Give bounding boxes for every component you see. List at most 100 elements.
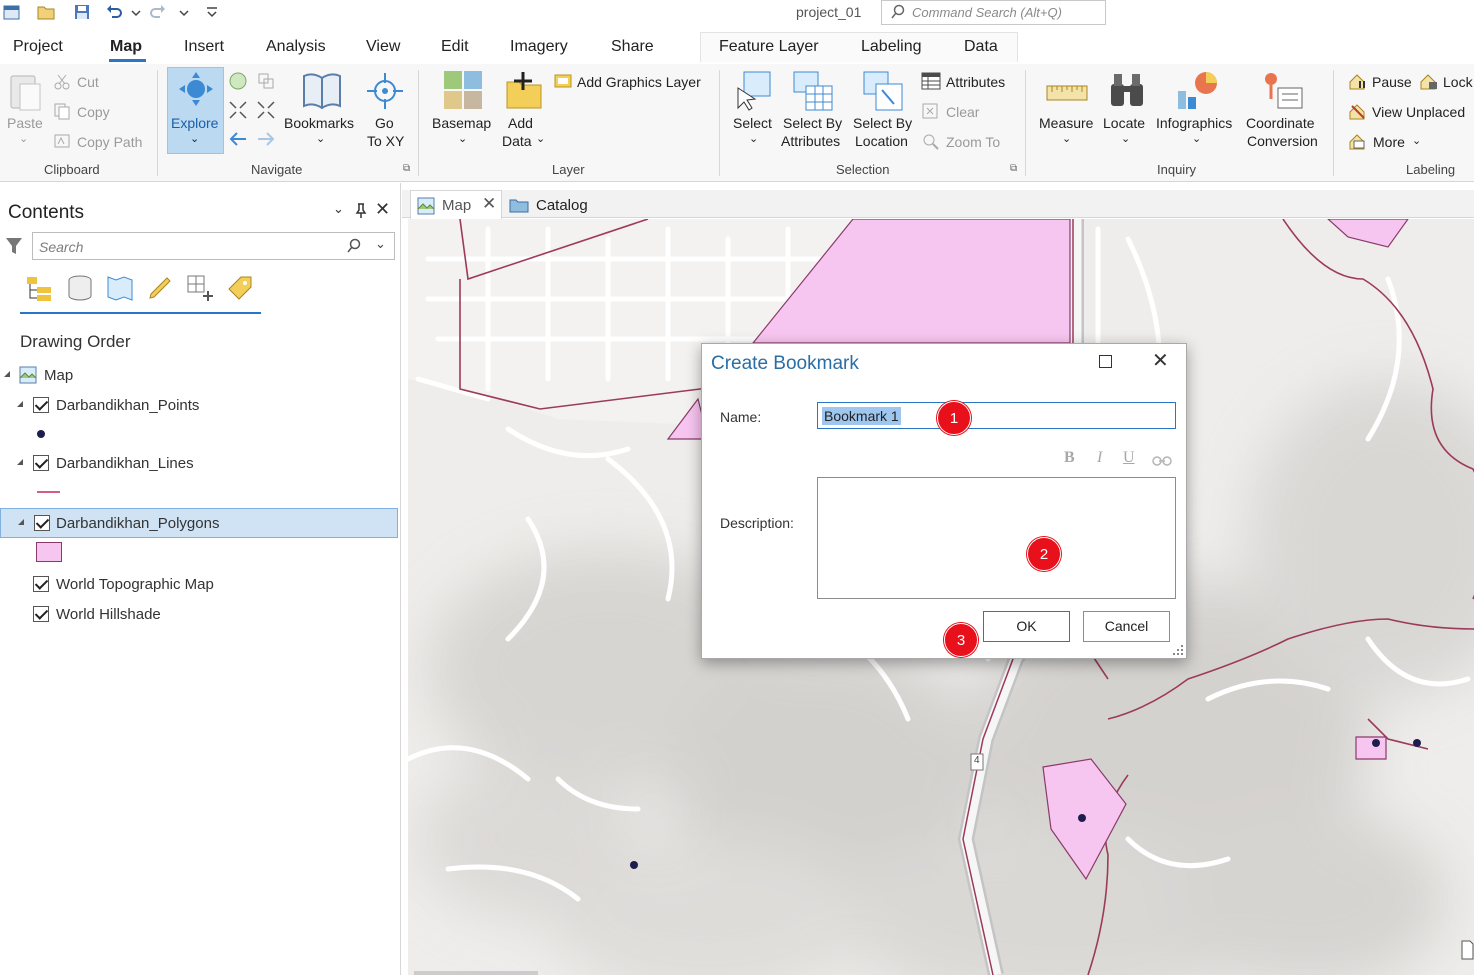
command-search-input[interactable]: Command Search (Alt+Q)	[881, 0, 1106, 25]
select-button[interactable]: Select	[733, 115, 772, 131]
add-data-dropdown-icon[interactable]: ⌄	[536, 132, 545, 145]
tab-imagery[interactable]: Imagery	[510, 38, 568, 56]
ok-button[interactable]: OK	[983, 611, 1070, 642]
search-options-dropdown-icon[interactable]: ⌄	[375, 236, 386, 252]
tab-map[interactable]: Map	[110, 38, 142, 56]
select-by-location-button[interactable]: Select By	[853, 115, 912, 131]
search-icon[interactable]	[346, 238, 362, 254]
tree-item-map[interactable]: Map	[0, 361, 398, 391]
fixed-zoom-in-icon[interactable]	[228, 100, 248, 120]
horizontal-scrollbar[interactable]	[414, 971, 538, 975]
redo-icon[interactable]	[148, 3, 168, 21]
tab-analysis[interactable]: Analysis	[266, 38, 326, 56]
tree-item-topographic-layer[interactable]: World Topographic Map	[0, 570, 398, 600]
close-tab-icon[interactable]: ✕	[482, 194, 496, 214]
basemap-dropdown-icon[interactable]: ⌄	[458, 132, 467, 145]
redo-dropdown-icon[interactable]	[174, 3, 189, 21]
collapse-icon[interactable]	[17, 401, 23, 407]
paste-dropdown-icon[interactable]: ⌄	[19, 132, 28, 145]
navigate-options-icon[interactable]: ⧉	[403, 163, 410, 174]
lock-button[interactable]: Lock	[1443, 74, 1473, 90]
measure-button[interactable]: Measure	[1039, 115, 1093, 131]
tab-view[interactable]: View	[366, 38, 400, 56]
hillshade-visibility-checkbox[interactable]	[33, 606, 49, 622]
list-by-editing-icon[interactable]	[145, 273, 175, 303]
customize-toolbar-icon[interactable]	[202, 3, 218, 21]
cancel-button[interactable]: Cancel	[1083, 611, 1170, 642]
previous-extent-icon[interactable]	[228, 130, 248, 148]
pin-icon[interactable]	[355, 203, 367, 219]
bookmarks-button[interactable]: Bookmarks	[284, 115, 354, 131]
bookmarks-dropdown-icon[interactable]: ⌄	[316, 132, 325, 145]
measure-dropdown-icon[interactable]: ⌄	[1062, 132, 1071, 145]
fixed-zoom-out-icon[interactable]	[256, 100, 276, 120]
collapse-icon[interactable]	[17, 459, 23, 465]
select-dropdown-icon[interactable]: ⌄	[749, 132, 758, 145]
full-extent-icon[interactable]	[228, 71, 248, 91]
collapse-icon[interactable]	[4, 371, 10, 377]
paste-button[interactable]: Paste	[7, 115, 43, 131]
pause-button[interactable]: Pause	[1372, 74, 1412, 90]
new-project-icon[interactable]	[2, 3, 22, 21]
list-by-drawing-order-icon[interactable]	[25, 273, 55, 303]
to-xy-button[interactable]: To XY	[367, 133, 404, 149]
tab-project[interactable]: Project	[13, 38, 63, 56]
bookmark-description-input[interactable]	[817, 477, 1176, 599]
undo-icon[interactable]	[104, 3, 124, 21]
resize-grip-icon[interactable]	[1172, 644, 1184, 656]
select-by-attributes-button[interactable]: Select By	[783, 115, 842, 131]
locate-dropdown-icon[interactable]: ⌄	[1121, 132, 1130, 145]
catalog-icon[interactable]	[509, 196, 529, 214]
view-unplaced-button[interactable]: View Unplaced	[1372, 104, 1465, 120]
tab-feature-layer[interactable]: Feature Layer	[719, 38, 819, 56]
add-graphics-layer-button[interactable]: Add Graphics Layer	[577, 74, 701, 90]
infographics-button[interactable]: Infographics	[1156, 115, 1232, 131]
infographics-dropdown-icon[interactable]: ⌄	[1192, 132, 1201, 145]
tab-catalog[interactable]: Catalog	[536, 197, 588, 214]
more-dropdown-icon[interactable]: ⌄	[1412, 134, 1421, 147]
list-by-snapping-icon[interactable]	[185, 273, 215, 303]
underline-button[interactable]: U	[1123, 449, 1135, 467]
go-button[interactable]: Go	[375, 115, 394, 131]
list-by-labeling-icon[interactable]	[225, 273, 255, 303]
open-project-icon[interactable]	[36, 3, 56, 21]
tab-labeling[interactable]: Labeling	[861, 38, 922, 56]
more-button[interactable]: More	[1373, 134, 1405, 150]
bookmark-name-input[interactable]: Bookmark 1	[817, 402, 1176, 429]
tree-item-lines-layer[interactable]: Darbandikhan_Lines	[0, 449, 398, 479]
tree-item-points-layer[interactable]: Darbandikhan_Points	[0, 391, 398, 421]
next-extent-icon[interactable]	[256, 130, 276, 148]
attributes-button[interactable]: Attributes	[946, 74, 1005, 90]
list-by-data-source-icon[interactable]	[65, 273, 95, 303]
copy-path-button[interactable]: Copy Path	[77, 134, 142, 150]
add-data-button[interactable]: Add	[508, 115, 533, 131]
lines-visibility-checkbox[interactable]	[33, 455, 49, 471]
coordinate-conversion-button[interactable]: Coordinate	[1246, 115, 1315, 131]
explore-dropdown-icon[interactable]: ⌄	[190, 132, 199, 145]
list-by-selection-icon[interactable]	[105, 273, 135, 303]
tab-share[interactable]: Share	[611, 38, 654, 56]
tree-item-polygons-layer[interactable]: Darbandikhan_Polygons	[0, 508, 398, 538]
cut-button[interactable]: Cut	[77, 74, 99, 90]
collapse-icon[interactable]	[18, 519, 24, 525]
clear-button[interactable]: Clear	[946, 104, 979, 120]
close-pane-icon[interactable]: ✕	[375, 199, 390, 220]
locate-button[interactable]: Locate	[1103, 115, 1145, 131]
zoom-to-button[interactable]: Zoom To	[946, 134, 1000, 150]
tab-edit[interactable]: Edit	[441, 38, 469, 56]
close-icon[interactable]: ✕	[1152, 351, 1169, 371]
filter-icon[interactable]	[5, 236, 23, 256]
hyperlink-icon[interactable]	[1151, 451, 1173, 467]
tab-map-view[interactable]: Map ✕	[410, 190, 502, 219]
tab-insert[interactable]: Insert	[184, 38, 224, 56]
italic-button[interactable]: I	[1097, 449, 1102, 467]
zoom-to-selected-icon[interactable]	[256, 71, 276, 91]
pane-options-icon[interactable]: ⌄	[333, 201, 344, 217]
line-symbol[interactable]	[37, 491, 60, 493]
selection-options-icon[interactable]: ⧉	[1010, 163, 1017, 174]
undo-dropdown-icon[interactable]	[126, 3, 141, 21]
document-icon[interactable]	[1460, 939, 1474, 961]
topographic-visibility-checkbox[interactable]	[33, 576, 49, 592]
points-visibility-checkbox[interactable]	[33, 397, 49, 413]
tree-item-hillshade-layer[interactable]: World Hillshade	[0, 600, 398, 630]
